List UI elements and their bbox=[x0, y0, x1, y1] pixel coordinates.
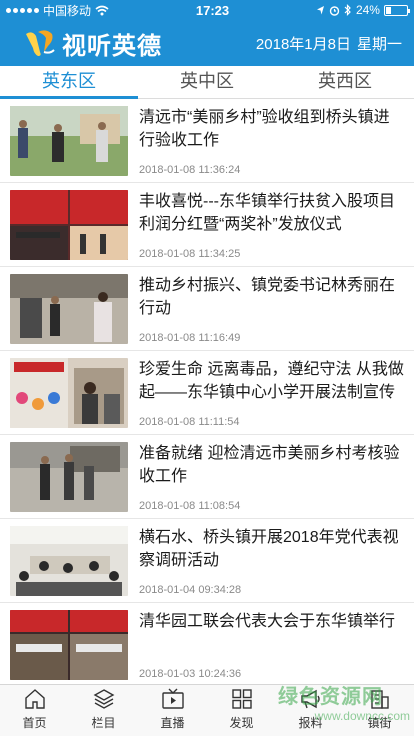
battery-icon bbox=[383, 4, 410, 16]
app-header: 中国移动 17:23 24% 视听英德 2018年1月8日 星期一 bbox=[0, 0, 414, 66]
status-right: 24% bbox=[316, 3, 410, 17]
tabbar-discover[interactable]: 发现 bbox=[207, 685, 276, 736]
brand: 视听英德 bbox=[24, 26, 162, 61]
bottom-tabbar: 首页 栏目 直播 发现 报料 镇街 bbox=[0, 684, 414, 736]
header-date: 2018年1月8日 星期一 bbox=[256, 33, 402, 54]
news-time: 2018-01-08 11:11:54 bbox=[139, 416, 240, 428]
news-title: 推动乡村振兴、镇党委书记林秀丽在行动 bbox=[139, 277, 396, 317]
carrier-label: 中国移动 bbox=[43, 3, 92, 18]
tabbar-label: 栏目 bbox=[91, 716, 116, 730]
news-time: 2018-01-08 11:16:49 bbox=[139, 332, 241, 344]
news-title: 丰收喜悦---东华镇举行扶贫入股项目利润分红暨“两奖补”发放仪式 bbox=[139, 193, 395, 233]
alarm-icon bbox=[329, 5, 340, 16]
news-thumbnail bbox=[10, 190, 128, 260]
tabbar-home[interactable]: 首页 bbox=[0, 685, 69, 736]
news-time: 2018-01-08 11:34:25 bbox=[139, 248, 241, 260]
battery-percent: 24% bbox=[355, 3, 380, 17]
news-item[interactable]: 清远市“美丽乡村”验收组到桥头镇进行验收工作 2018-01-08 11:36:… bbox=[0, 99, 414, 183]
region-tabs: 英东区 英中区 英西区 bbox=[0, 66, 414, 99]
news-title: 清远市“美丽乡村”验收组到桥头镇进行验收工作 bbox=[139, 109, 390, 149]
app-logo bbox=[26, 30, 55, 56]
tabbar-label: 报料 bbox=[298, 716, 323, 730]
megaphone-icon bbox=[300, 689, 320, 709]
tabbar-report[interactable]: 报料 bbox=[276, 685, 345, 736]
news-thumbnail bbox=[10, 442, 128, 512]
battery-fill bbox=[385, 6, 391, 14]
news-text: 清远市“美丽乡村”验收组到桥头镇进行验收工作 2018-01-08 11:36:… bbox=[139, 106, 404, 178]
news-item[interactable]: 丰收喜悦---东华镇举行扶贫入股项目利润分红暨“两奖补”发放仪式 2018-01… bbox=[0, 183, 414, 267]
news-text: 横石水、桥头镇开展2018年党代表视察调研活动 2018-01-04 09:34… bbox=[139, 526, 404, 598]
tabbar-label: 镇街 bbox=[367, 716, 392, 730]
news-text: 推动乡村振兴、镇党委书记林秀丽在行动 2018-01-08 11:16:49 bbox=[139, 274, 404, 346]
news-title: 准备就绪 迎检清远市美丽乡村考核验收工作 bbox=[139, 445, 400, 485]
app-title: 视听英德 bbox=[62, 32, 162, 60]
news-thumbnail bbox=[10, 274, 128, 344]
title-row: 视听英德 2018年1月8日 星期一 bbox=[0, 20, 414, 66]
weekday-label: 星期一 bbox=[356, 35, 402, 53]
news-thumbnail bbox=[10, 526, 128, 596]
news-time: 2018-01-08 11:36:24 bbox=[139, 164, 241, 176]
news-item[interactable]: 珍爱生命 远离毒品，遵纪守法 从我做起——东华镇中心小学开展法制宣传进校 201… bbox=[0, 351, 414, 435]
news-title: 珍爱生命 远离毒品，遵纪守法 从我做起——东华镇中心小学开展法制宣传进校 bbox=[139, 361, 404, 401]
tab-yingxi[interactable]: 英西区 bbox=[276, 66, 414, 98]
wifi-icon bbox=[95, 5, 109, 15]
tv-icon bbox=[161, 688, 184, 709]
location-icon bbox=[316, 5, 324, 14]
status-left: 中国移动 bbox=[6, 2, 109, 19]
news-text: 准备就绪 迎检清远市美丽乡村考核验收工作 2018-01-08 11:08:54 bbox=[139, 442, 404, 514]
news-item[interactable]: 横石水、桥头镇开展2018年党代表视察调研活动 2018-01-04 09:34… bbox=[0, 519, 414, 603]
building-icon bbox=[370, 690, 389, 709]
tabbar-columns[interactable]: 栏目 bbox=[69, 685, 138, 736]
status-bar: 中国移动 17:23 24% bbox=[0, 0, 414, 20]
news-item[interactable]: 推动乡村振兴、镇党委书记林秀丽在行动 2018-01-08 11:16:49 bbox=[0, 267, 414, 351]
layers-icon bbox=[93, 689, 114, 709]
news-thumbnail bbox=[10, 610, 128, 680]
home-icon bbox=[24, 689, 45, 709]
tabbar-label: 直播 bbox=[160, 716, 185, 730]
news-thumbnail bbox=[10, 358, 128, 428]
grid-icon bbox=[231, 689, 252, 709]
date-label: 2018年1月8日 bbox=[255, 35, 351, 53]
news-time: 2018-01-08 11:08:54 bbox=[139, 500, 241, 512]
tab-yingdong[interactable]: 英东区 bbox=[0, 66, 138, 99]
news-text: 珍爱生命 远离毒品，遵纪守法 从我做起——东华镇中心小学开展法制宣传进校 201… bbox=[139, 358, 404, 430]
bluetooth-icon bbox=[344, 4, 351, 16]
tab-yingzhong[interactable]: 英中区 bbox=[138, 66, 276, 98]
tabbar-label: 发现 bbox=[229, 716, 254, 730]
news-text: 丰收喜悦---东华镇举行扶贫入股项目利润分红暨“两奖补”发放仪式 2018-01… bbox=[139, 190, 404, 262]
news-thumbnail bbox=[10, 106, 128, 176]
news-item[interactable]: 准备就绪 迎检清远市美丽乡村考核验收工作 2018-01-08 11:08:54 bbox=[0, 435, 414, 519]
tabbar-towns[interactable]: 镇街 bbox=[345, 685, 414, 736]
news-title: 清华园工联会代表大会于东华镇举行 bbox=[139, 613, 396, 630]
clock: 17:23 bbox=[195, 2, 230, 18]
news-list: 清远市“美丽乡村”验收组到桥头镇进行验收工作 2018-01-08 11:36:… bbox=[0, 99, 414, 684]
news-item[interactable]: 清华园工联会代表大会于东华镇举行 2018-01-03 10:24:36 bbox=[0, 603, 414, 684]
news-title: 横石水、桥头镇开展2018年党代表视察调研活动 bbox=[139, 529, 399, 569]
news-text: 清华园工联会代表大会于东华镇举行 2018-01-03 10:24:36 bbox=[139, 610, 404, 682]
tabbar-live[interactable]: 直播 bbox=[138, 685, 207, 736]
tabbar-label: 首页 bbox=[22, 716, 47, 730]
news-time: 2018-01-04 09:34:28 bbox=[139, 584, 242, 596]
news-time: 2018-01-03 10:24:36 bbox=[139, 668, 242, 680]
signal-icon bbox=[6, 7, 39, 13]
